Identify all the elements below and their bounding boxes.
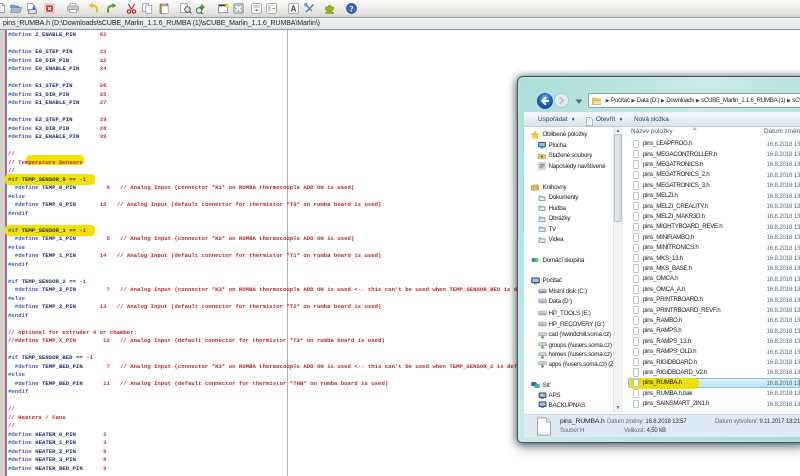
svg-text:A: A: [291, 4, 297, 13]
svg-text:?: ?: [349, 4, 353, 13]
